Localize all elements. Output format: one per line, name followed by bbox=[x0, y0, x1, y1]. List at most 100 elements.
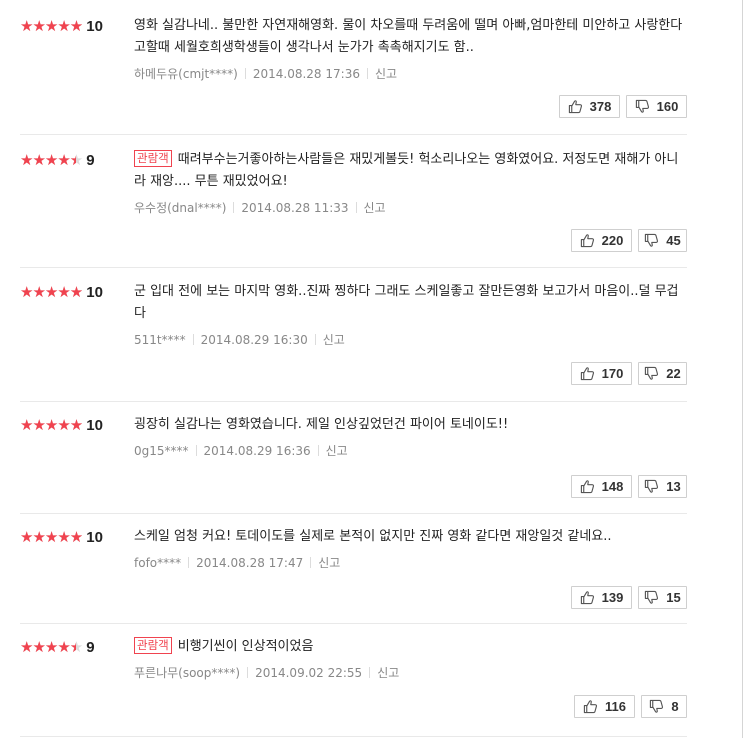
score: ★★★★★ ★★★★★ 10 bbox=[20, 414, 134, 436]
review-list: ★★★★★ ★★★★★ 10 영화 실감나네.. 불만한 자연재해영화. 물이 차… bbox=[20, 0, 687, 737]
review-text: 영화 실감나네.. 불만한 자연재해영화. 물이 차오를때 두려움에 떨며 아빠… bbox=[134, 15, 687, 59]
dislike-count: 13 bbox=[666, 479, 681, 494]
thumbs-up-icon bbox=[580, 480, 594, 494]
review-content: 스케일 엄청 커요! 토데이도를 실제로 본적이 없지만 진짜 영화 같다면 재… bbox=[134, 529, 612, 544]
thumbs-down-icon bbox=[645, 479, 659, 493]
report-link[interactable]: 신고 bbox=[318, 556, 340, 570]
review-content: 군 입대 전에 보는 마지막 영화..진짜 찡하다 그래도 스케일좋고 잘만든영… bbox=[134, 284, 679, 321]
divider bbox=[244, 68, 246, 79]
divider bbox=[317, 445, 319, 456]
report-link[interactable]: 신고 bbox=[326, 444, 348, 458]
review-meta: 하메두유(cmjt****) 2014.08.28 17:36 신고 bbox=[134, 66, 687, 82]
review-item: ★★★★★ ★★★★★ 10 군 입대 전에 보는 마지막 영화..진짜 찡하다 … bbox=[20, 268, 687, 402]
author[interactable]: fofo**** bbox=[134, 556, 181, 570]
author[interactable]: 0g15**** bbox=[134, 444, 189, 458]
review-item: ★★★★★ ★★★★★ 10 굉장히 실감나는 영화였습니다. 제일 인상깊었던건… bbox=[20, 402, 687, 514]
review-content: 비행기씬이 인상적이었음 bbox=[177, 639, 314, 654]
vote-buttons: 148 13 bbox=[571, 475, 687, 498]
divider bbox=[233, 202, 235, 213]
date: 2014.08.28 11:33 bbox=[241, 201, 349, 215]
date: 2014.08.28 17:36 bbox=[252, 67, 360, 81]
like-button[interactable]: 378 bbox=[559, 95, 620, 118]
like-count: 116 bbox=[605, 699, 626, 714]
thumbs-down-icon bbox=[635, 99, 649, 113]
dislike-count: 8 bbox=[671, 699, 679, 714]
review-text: 관람객 비행기씬이 인상적이었음 bbox=[134, 636, 687, 658]
report-link[interactable]: 신고 bbox=[375, 67, 397, 81]
vote-buttons: 116 8 bbox=[574, 695, 687, 718]
thumbs-down-icon bbox=[645, 233, 659, 247]
viewer-badge: 관람객 bbox=[134, 150, 172, 167]
score: ★★★★★ ★★★★★ 10 bbox=[20, 526, 134, 548]
like-count: 139 bbox=[601, 590, 624, 605]
review-text: 굉장히 실감나는 영화였습니다. 제일 인상깊었던건 파이어 토네이도!! bbox=[134, 414, 687, 436]
viewer-badge: 관람객 bbox=[134, 637, 172, 654]
dislike-button[interactable]: 13 bbox=[638, 475, 687, 498]
author[interactable]: 511t**** bbox=[134, 333, 186, 347]
review-meta: 0g15**** 2014.08.29 16:36 신고 bbox=[134, 443, 687, 459]
rating-number: 9 bbox=[86, 638, 95, 656]
like-button[interactable]: 116 bbox=[574, 695, 635, 718]
dislike-count: 45 bbox=[666, 233, 681, 248]
divider bbox=[188, 557, 190, 568]
review-meta: 우수정(dnal****) 2014.08.28 11:33 신고 bbox=[134, 200, 687, 216]
like-button[interactable]: 220 bbox=[571, 229, 632, 252]
score: ★★★★★★★★★★ 9 bbox=[20, 636, 134, 658]
rating-number: 10 bbox=[86, 528, 103, 546]
dislike-button[interactable]: 45 bbox=[638, 229, 687, 252]
divider bbox=[247, 667, 249, 678]
review-item: ★★★★★ ★★★★★ 10 영화 실감나네.. 불만한 자연재해영화. 물이 차… bbox=[20, 0, 687, 135]
rating-number: 10 bbox=[86, 416, 103, 434]
divider bbox=[355, 202, 357, 213]
thumbs-up-icon bbox=[580, 234, 594, 248]
star-rating: ★★★★★★★★★★ bbox=[20, 151, 83, 169]
star-rating: ★★★★★★★★★★ bbox=[20, 528, 83, 546]
date: 2014.09.02 22:55 bbox=[255, 666, 363, 680]
date: 2014.08.29 16:30 bbox=[200, 333, 308, 347]
author[interactable]: 푸른나무(soop****) bbox=[134, 666, 240, 680]
like-button[interactable]: 139 bbox=[571, 586, 632, 609]
vote-buttons: 378 160 bbox=[559, 95, 687, 118]
review-item: ★★★★★ ★★★★★ 10 스케일 엄청 커요! 토데이도를 실제로 본적이 없… bbox=[20, 514, 687, 624]
rating-number: 10 bbox=[86, 283, 103, 301]
report-link[interactable]: 신고 bbox=[377, 666, 399, 680]
divider bbox=[192, 334, 194, 345]
date: 2014.08.29 16:36 bbox=[203, 444, 311, 458]
score: ★★★★★ ★★★★★ 10 bbox=[20, 281, 134, 303]
vote-buttons: 220 45 bbox=[571, 229, 687, 252]
thumbs-up-icon bbox=[583, 700, 598, 714]
dislike-button[interactable]: 160 bbox=[626, 95, 687, 118]
vote-buttons: 170 22 bbox=[571, 362, 687, 385]
report-link[interactable]: 신고 bbox=[364, 201, 386, 215]
divider bbox=[310, 557, 312, 568]
dislike-count: 22 bbox=[666, 366, 681, 381]
review-meta: 푸른나무(soop****) 2014.09.02 22:55 신고 bbox=[134, 665, 687, 681]
divider bbox=[314, 334, 316, 345]
star-rating: ★★★★★★★★★★ bbox=[20, 638, 83, 656]
star-rating: ★★★★★★★★★★ bbox=[20, 416, 83, 434]
dislike-count: 15 bbox=[666, 590, 681, 605]
like-button[interactable]: 170 bbox=[571, 362, 632, 385]
rating-number: 9 bbox=[86, 151, 95, 169]
dislike-count: 160 bbox=[656, 99, 679, 114]
rating-number: 10 bbox=[86, 17, 103, 35]
thumbs-up-icon bbox=[580, 367, 594, 381]
dislike-button[interactable]: 22 bbox=[638, 362, 687, 385]
review-text: 관람객 때려부수는거좋아하는사람들은 재밌게볼듯! 헉소리나오는 영화였어요. 저… bbox=[134, 149, 687, 193]
vote-buttons: 139 15 bbox=[571, 586, 687, 609]
divider bbox=[369, 667, 371, 678]
report-link[interactable]: 신고 bbox=[323, 333, 345, 347]
review-meta: 511t**** 2014.08.29 16:30 신고 bbox=[134, 332, 687, 348]
author[interactable]: 하메두유(cmjt****) bbox=[134, 67, 238, 81]
star-rating: ★★★★★★★★★★ bbox=[20, 283, 83, 301]
dislike-button[interactable]: 15 bbox=[638, 586, 687, 609]
review-text: 군 입대 전에 보는 마지막 영화..진짜 찡하다 그래도 스케일좋고 잘만든영… bbox=[134, 281, 687, 325]
like-button[interactable]: 148 bbox=[571, 475, 632, 498]
thumbs-up-icon bbox=[568, 100, 582, 114]
date: 2014.08.28 17:47 bbox=[196, 556, 304, 570]
dislike-button[interactable]: 8 bbox=[641, 695, 687, 718]
author[interactable]: 우수정(dnal****) bbox=[134, 201, 226, 215]
review-content: 영화 실감나네.. 불만한 자연재해영화. 물이 차오를때 두려움에 떨며 아빠… bbox=[134, 18, 683, 55]
divider bbox=[195, 445, 197, 456]
like-count: 148 bbox=[601, 479, 624, 494]
